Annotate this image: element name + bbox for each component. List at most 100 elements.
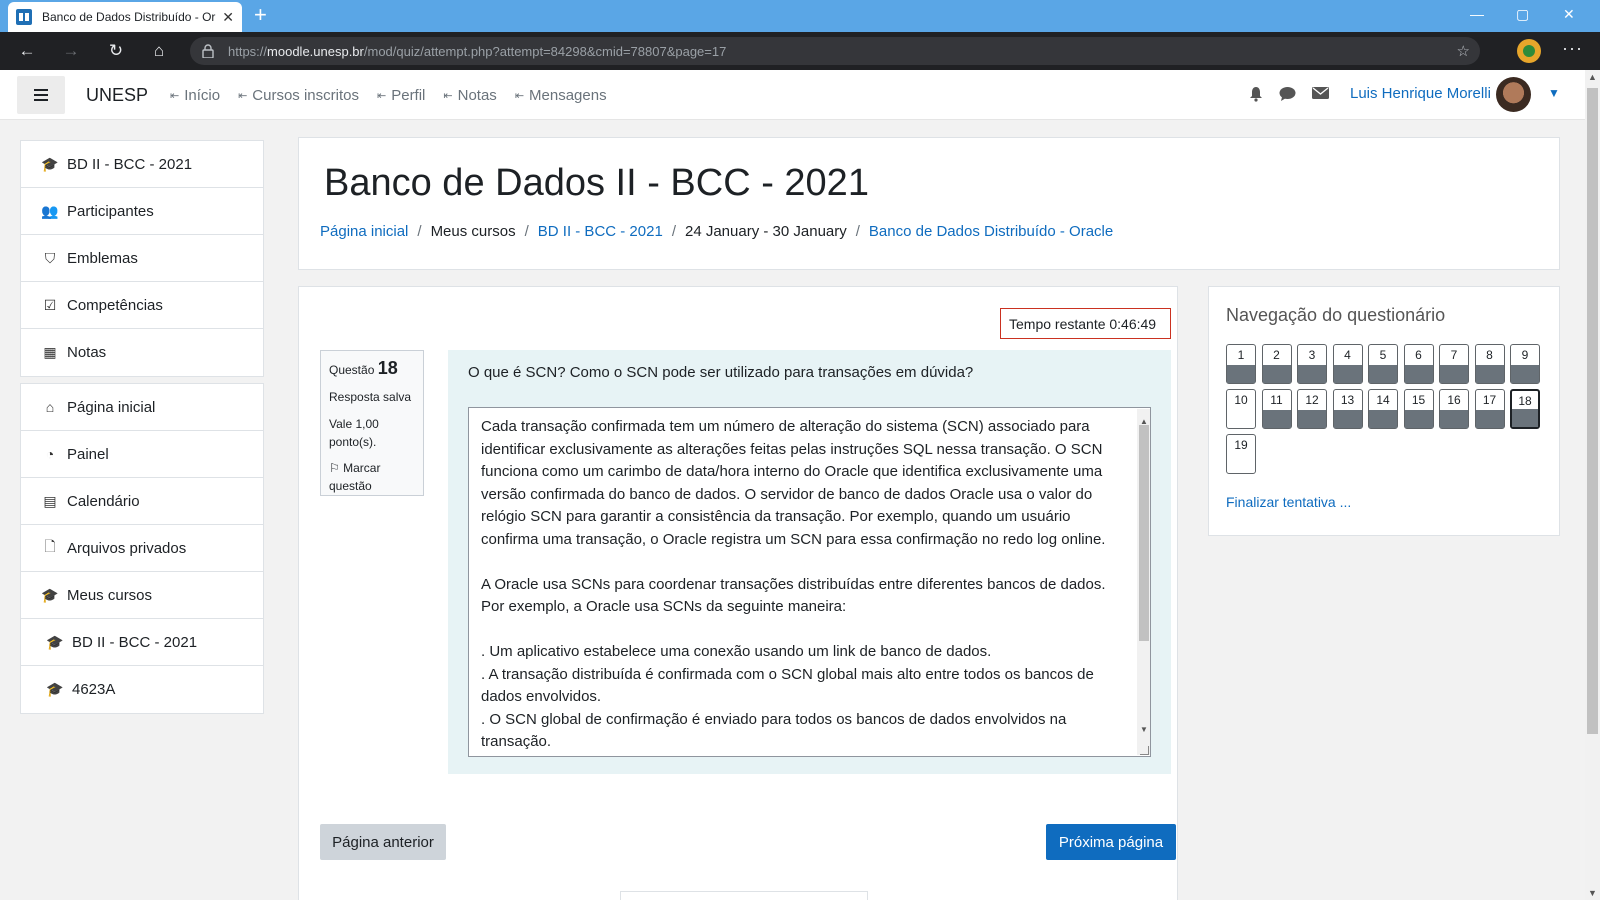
- envelope-icon[interactable]: [1312, 86, 1329, 100]
- question-nav-button[interactable]: 4: [1332, 344, 1363, 384]
- question-nav-button[interactable]: 16: [1439, 389, 1469, 429]
- flag-question-button[interactable]: ⚐ Marcar questão: [329, 459, 415, 495]
- user-menu-caret-icon[interactable]: ▼: [1548, 86, 1560, 100]
- answer-textarea[interactable]: Cada transação confirmada tem um número …: [468, 407, 1151, 757]
- resize-grip-icon[interactable]: [1140, 746, 1149, 755]
- question-nav-button[interactable]: 3: [1297, 344, 1327, 384]
- question-nav-button[interactable]: 13: [1332, 389, 1363, 429]
- browser-menu-icon[interactable]: ···: [1562, 38, 1583, 59]
- scroll-down-icon[interactable]: ▼: [1588, 888, 1597, 898]
- breadcrumb-quiz[interactable]: Banco de Dados Distribuído - Oracle: [869, 223, 1113, 240]
- drawer-item-course-bd2[interactable]: 🎓 BD II - BCC - 2021: [21, 619, 263, 666]
- tab-title: Banco de Dados Distribuído - Or: [42, 10, 216, 24]
- browser-extension-icon[interactable]: [1517, 39, 1541, 63]
- favorite-star-icon[interactable]: ☆: [1457, 42, 1470, 60]
- table-icon: ▦: [43, 344, 57, 360]
- answered-indicator: [1262, 410, 1291, 428]
- moodle-navbar: UNESP ⇤ Início ⇤ Cursos inscritos ⇤ Perfil …: [0, 70, 1585, 120]
- textarea-scrollbar[interactable]: ▲ ▼: [1137, 409, 1150, 755]
- users-icon: 👥: [41, 202, 59, 219]
- drawer-item-course-4623a[interactable]: 🎓 4623A: [21, 666, 263, 713]
- drawer-item-course[interactable]: 🎓 BD II - BCC - 2021: [21, 141, 263, 188]
- question-nav-button[interactable]: 14: [1368, 389, 1398, 429]
- address-bar[interactable]: https://moodle.unesp.br/mod/quiz/attempt…: [190, 37, 1480, 65]
- quiz-attempt-region: Tempo restante 0:46:49 Questão 18 Respos…: [298, 286, 1178, 900]
- course-nav-group: 🎓 BD II - BCC - 2021 👥 Participantes ⛉ Embl…: [20, 140, 264, 377]
- question-nav-button[interactable]: 8: [1474, 344, 1505, 384]
- tab-close-icon[interactable]: ✕: [222, 9, 234, 26]
- hamburger-menu-button[interactable]: [17, 76, 65, 114]
- chat-icon[interactable]: [1279, 86, 1296, 102]
- nav-link-mensagens[interactable]: ⇤ Mensagens: [515, 87, 607, 104]
- question-nav-button[interactable]: 9: [1510, 344, 1540, 384]
- home-icon[interactable]: ⌂: [148, 41, 170, 61]
- graduation-cap-icon: 🎓: [46, 633, 64, 650]
- scroll-down-icon[interactable]: ▼: [1140, 719, 1148, 742]
- question-nav-button[interactable]: 12: [1297, 389, 1327, 429]
- browser-tab[interactable]: Banco de Dados Distribuído - Or ✕: [8, 2, 242, 32]
- nav-link-cursos[interactable]: ⇤ Cursos inscritos: [238, 87, 359, 104]
- scroll-up-icon[interactable]: ▲: [1588, 72, 1597, 82]
- user-avatar[interactable]: [1496, 77, 1531, 112]
- question-nav-button[interactable]: 6: [1403, 344, 1434, 384]
- lock-icon: [202, 44, 214, 58]
- site-brand[interactable]: UNESP: [86, 85, 148, 106]
- shield-icon: ⛉: [44, 249, 56, 266]
- question-nav-button[interactable]: 2: [1261, 344, 1292, 384]
- page-scrollbar-thumb[interactable]: [1587, 88, 1598, 734]
- arrow-icon: ⇤: [170, 90, 180, 102]
- user-name[interactable]: Luis Henrique Morelli: [1350, 85, 1491, 102]
- drawer-item-participantes[interactable]: 👥 Participantes: [21, 188, 263, 235]
- nav-link-inicio[interactable]: ⇤ Início: [170, 87, 220, 104]
- answered-indicator: [1333, 365, 1362, 383]
- answered-indicator: [1404, 365, 1433, 383]
- back-icon[interactable]: ←: [16, 41, 38, 61]
- question-nav-button[interactable]: 11: [1261, 389, 1292, 429]
- finish-attempt-link[interactable]: Finalizar tentativa ...: [1226, 494, 1351, 510]
- nav-link-perfil[interactable]: ⇤ Perfil: [377, 87, 425, 104]
- question-info: Questão 18 Resposta salva Vale 1,00 ponto…: [320, 350, 424, 496]
- forward-icon[interactable]: →: [60, 41, 82, 61]
- maximize-icon[interactable]: ▢: [1516, 6, 1529, 23]
- bell-icon[interactable]: [1248, 86, 1264, 102]
- question-nav-button[interactable]: 10: [1226, 389, 1256, 429]
- drawer-item-meus-cursos[interactable]: 🎓 Meus cursos: [21, 572, 263, 619]
- question-nav-number: 18: [1518, 394, 1532, 408]
- breadcrumb-separator: /: [524, 223, 529, 240]
- question-content: O que é SCN? Como o SCN pode ser utiliza…: [448, 350, 1171, 774]
- question-nav-button[interactable]: 19: [1226, 434, 1256, 474]
- breadcrumb-week: 24 January - 30 January: [684, 223, 847, 240]
- page-header: Banco de Dados II - BCC - 2021 Página in…: [298, 137, 1560, 270]
- question-nav-button[interactable]: 18: [1510, 389, 1540, 429]
- answer-paragraph: . A transação distribuída é confirmada c…: [481, 665, 1094, 706]
- drawer-item-emblemas[interactable]: ⛉ Emblemas: [21, 235, 263, 282]
- question-mark: Vale 1,00 ponto(s).: [329, 417, 379, 449]
- page-scrollbar[interactable]: ▲ ▼: [1585, 70, 1600, 900]
- next-page-button[interactable]: Próxima página: [1046, 824, 1176, 860]
- drawer-item-notas[interactable]: ▦ Notas: [21, 329, 263, 376]
- drawer-item-pagina-inicial[interactable]: ⌂ Página inicial: [21, 384, 263, 431]
- primary-nav: ⇤ Início ⇤ Cursos inscritos ⇤ Perfil ⇤ Notas…: [170, 87, 607, 104]
- question-nav-button[interactable]: 15: [1403, 389, 1434, 429]
- breadcrumb-separator: /: [417, 223, 422, 240]
- breadcrumb-home[interactable]: Página inicial: [320, 223, 408, 240]
- graduation-cap-icon: 🎓: [41, 586, 59, 603]
- minimize-icon[interactable]: —: [1470, 6, 1484, 22]
- drawer-item-calendario[interactable]: ▤ Calendário: [21, 478, 263, 525]
- question-nav-button[interactable]: 17: [1474, 389, 1505, 429]
- previous-page-button[interactable]: Página anterior: [320, 824, 446, 860]
- nav-drawer: 🎓 BD II - BCC - 2021 👥 Participantes ⛉ Embl…: [20, 140, 264, 720]
- reload-icon[interactable]: ↻: [105, 41, 127, 61]
- drawer-item-competencias[interactable]: ☑ Competências: [21, 282, 263, 329]
- drawer-item-painel[interactable]: ◔ Painel: [21, 431, 263, 478]
- url-text: https://moodle.unesp.br/mod/quiz/attempt…: [228, 43, 727, 59]
- textarea-scrollbar-thumb[interactable]: [1139, 425, 1149, 641]
- question-nav-button[interactable]: 5: [1368, 344, 1398, 384]
- close-window-icon[interactable]: ✕: [1563, 6, 1575, 23]
- new-tab-icon[interactable]: +: [254, 4, 267, 26]
- drawer-item-arquivos[interactable]: 🗋 Arquivos privados: [21, 525, 263, 572]
- nav-link-notas[interactable]: ⇤ Notas: [443, 87, 496, 104]
- question-nav-button[interactable]: 1: [1226, 344, 1256, 384]
- breadcrumb-course[interactable]: BD II - BCC - 2021: [538, 223, 663, 240]
- question-nav-button[interactable]: 7: [1439, 344, 1469, 384]
